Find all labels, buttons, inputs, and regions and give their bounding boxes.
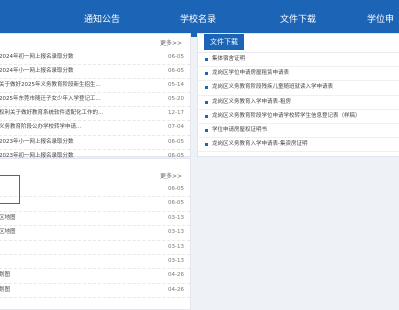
list-item-date: 06-05 <box>168 68 184 75</box>
list-item-date: 05-20 <box>168 96 184 103</box>
list-item-title[interactable]: 2023年小一网上报名录取分数 <box>0 136 160 149</box>
list-item-date: 06-05 <box>168 138 184 145</box>
top-navigation-bar: 通知公告 学校名录 文件下载 学位申 <box>0 0 399 37</box>
bullet-icon <box>205 128 208 132</box>
list-item-date: 06-05 <box>168 200 184 207</box>
bullet-icon <box>205 86 208 90</box>
list-item-title[interactable]: 区地图 <box>0 226 160 239</box>
list-item[interactable]: 区地图 03-13 <box>0 212 190 227</box>
bottom-left-list: 06-05 06-05 区地图 03-13 区地图 03-13 03-13 03-1… <box>0 183 190 299</box>
bottom-left-panel: 更多>> 06-05 06-05 区地图 03-13 区地图 03-13 03-13… <box>0 158 191 310</box>
list-item[interactable]: 关于做好2025年义务教育阶段新生招生... 05-14 <box>0 79 190 94</box>
file-item[interactable]: 龙岗区义务教育入学申请表-租房 <box>198 96 399 110</box>
list-item[interactable]: 2025年东莞市随迁子女少年入学登记工... 05-20 <box>0 93 190 108</box>
list-item[interactable]: 2024年初一网上报名录取分数 06-05 <box>0 51 190 66</box>
list-item[interactable]: 03-13 <box>0 255 190 270</box>
file-item[interactable]: 龙岗区义务教育阶段残疾儿童随班就读入学申请表 <box>198 81 399 96</box>
file-item-title[interactable]: 龙岗区义务教育阶段学位申请学校转学生信息登记表（样稿） <box>212 110 399 123</box>
nav-degree-application[interactable]: 学位申 <box>367 12 394 25</box>
list-item-date: 03-13 <box>168 257 184 264</box>
list-item-date: 05-14 <box>168 82 184 89</box>
list-item[interactable]: 划图 04-26 <box>0 284 190 299</box>
panel-header: 文件下载 <box>198 34 399 53</box>
list-item-date: 06-05 <box>168 186 184 192</box>
list-item-date: 04-26 <box>168 272 184 279</box>
bullet-icon <box>205 100 208 104</box>
list-item-date: 04-26 <box>168 286 184 293</box>
file-item[interactable]: 集体宿舍证明 <box>198 53 399 68</box>
bullet-icon <box>205 72 208 76</box>
list-item-title[interactable]: 2025年东莞市随迁子女少年入学登记工... <box>0 93 160 106</box>
file-item[interactable]: 龙岗区义务教育阶段学位申请学校转学生信息登记表（样稿） <box>198 110 399 124</box>
nav-school-directory[interactable]: 学校名录 <box>180 12 216 25</box>
list-item-title[interactable]: 关于做好2025年义务教育阶段新生招生... <box>0 79 160 92</box>
list-item-title[interactable]: 权利关于做好教育系统软件适配化工作的... <box>0 107 160 120</box>
file-item-title[interactable]: 龙岗区义务教育入学申请表-集资房证明 <box>212 138 399 151</box>
nav-file-download[interactable]: 文件下载 <box>280 12 316 25</box>
list-item-date: 03-13 <box>168 243 184 250</box>
file-download-panel: 文件下载 集体宿舍证明 龙岗区学位申请房屋租赁申请表 龙岗区义务教育阶段残疾儿童… <box>197 33 399 157</box>
list-item[interactable]: 2024年小一网上报名录取分数 06-05 <box>0 65 190 80</box>
list-item-title[interactable]: 区地图 <box>0 212 160 225</box>
file-item-title[interactable]: 龙岗区学位申请房屋租赁申请表 <box>212 67 399 80</box>
list-item[interactable]: 区地图 03-13 <box>0 226 190 241</box>
list-item-title[interactable]: 2024年小一网上报名录取分数 <box>0 65 160 78</box>
list-item[interactable]: 06-05 <box>0 183 190 198</box>
nav-notices[interactable]: 通知公告 <box>84 12 120 25</box>
file-item-title[interactable]: 学位申请房屋权证明书 <box>212 124 399 137</box>
top-left-list: 2024年初一网上报名录取分数 06-05 2024年小一网上报名录取分数 06-0… <box>0 51 190 164</box>
list-item[interactable]: 划图 04-26 <box>0 269 190 284</box>
top-left-panel: 更多>> 2024年初一网上报名录取分数 06-05 2024年小一网上报名录取分… <box>0 33 191 164</box>
list-item[interactable]: 06-05 <box>0 197 190 212</box>
list-item-date: 06-05 <box>168 54 184 60</box>
list-item-date: 03-13 <box>168 229 184 236</box>
list-item-date: 07-04 <box>168 124 184 131</box>
bullet-icon <box>205 114 208 118</box>
file-item[interactable]: 学位申请房屋权证明书 <box>198 124 399 139</box>
file-item-title[interactable]: 龙岗区义务教育入学申请表-租房 <box>212 96 399 109</box>
list-item-title[interactable]: 义务教育阶段公办学校转学申请... <box>0 121 160 134</box>
list-item-title[interactable]: 2024年初一网上报名录取分数 <box>0 51 160 64</box>
more-link[interactable]: 更多>> <box>160 171 182 180</box>
list-item[interactable]: 03-13 <box>0 241 190 255</box>
bullet-icon <box>205 58 208 61</box>
list-item-title[interactable]: 划图 <box>0 269 160 282</box>
more-link[interactable]: 更多>> <box>160 38 182 47</box>
list-item-date: 12-17 <box>168 110 184 117</box>
list-item[interactable]: 权利关于做好教育系统软件适配化工作的... 12-17 <box>0 107 190 122</box>
file-download-list: 集体宿舍证明 龙岗区学位申请房屋租赁申请表 龙岗区义务教育阶段残疾儿童随班就读入… <box>198 53 399 153</box>
panel-title: 文件下载 <box>204 34 244 50</box>
list-item[interactable]: 义务教育阶段公办学校转学申请... 07-04 <box>0 121 190 136</box>
list-item[interactable]: 2023年小一网上报名录取分数 06-05 <box>0 136 190 150</box>
list-item-title[interactable]: 划图 <box>0 284 160 297</box>
file-item-title[interactable]: 集体宿舍证明 <box>212 53 399 66</box>
highlight-box <box>0 175 20 204</box>
bullet-icon <box>205 143 208 147</box>
file-item[interactable]: 龙岗区学位申请房屋租赁申请表 <box>198 67 399 82</box>
file-item[interactable]: 龙岗区义务教育入学申请表-集资房证明 <box>198 138 399 153</box>
file-item-title[interactable]: 龙岗区义务教育阶段残疾儿童随班就读入学申请表 <box>212 81 399 94</box>
list-item-date: 03-13 <box>168 214 184 221</box>
